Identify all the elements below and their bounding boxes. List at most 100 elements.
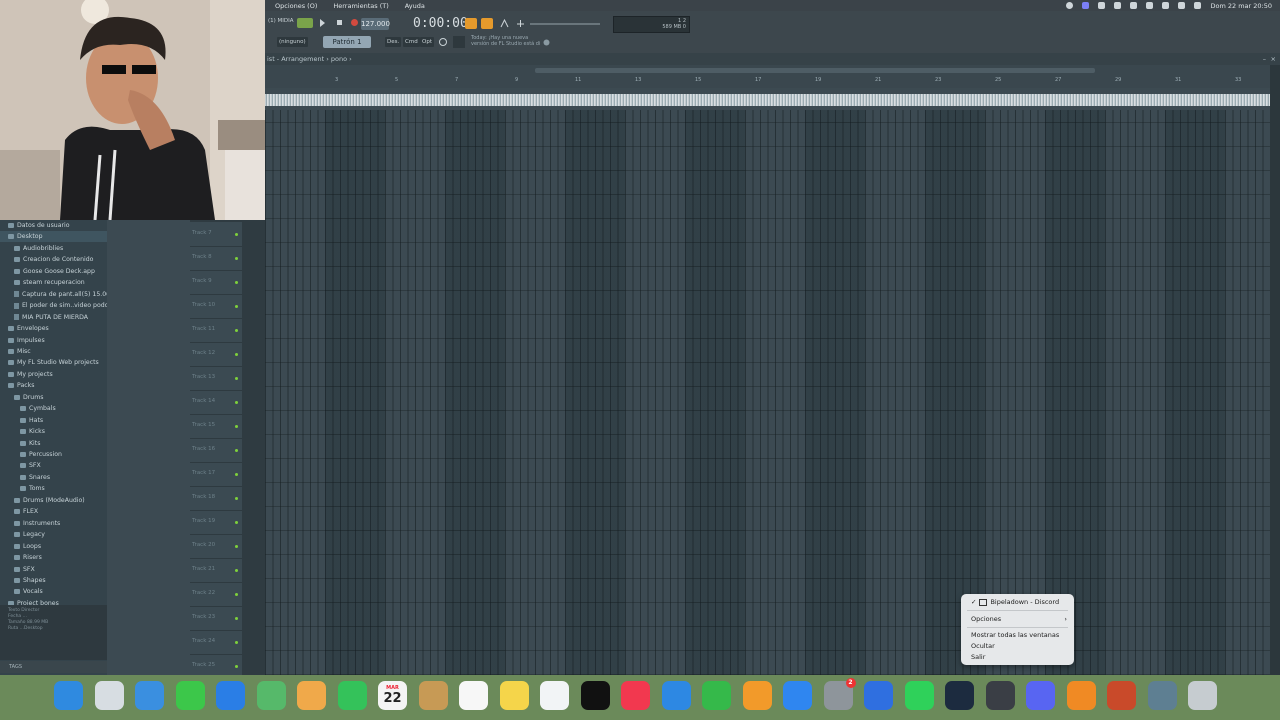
track-header[interactable]: Track 23 [190, 606, 242, 631]
record-button[interactable] [351, 19, 358, 26]
stop-button[interactable] [337, 20, 342, 25]
browser-item[interactable]: Goose Goose Deck.app [0, 266, 95, 277]
app-store-icon[interactable] [783, 681, 812, 710]
track-active-led[interactable] [235, 281, 238, 284]
browser-item[interactable]: Cymbals [0, 403, 56, 414]
notes-icon[interactable] [499, 681, 529, 710]
browser-item[interactable]: Datos de usuario [0, 220, 70, 231]
contacts-icon[interactable] [418, 681, 448, 710]
snap-select[interactable]: (ninguno) [277, 37, 308, 47]
plugin-icon[interactable] [541, 37, 551, 47]
mail-icon[interactable] [216, 681, 245, 710]
track-active-led[interactable] [235, 305, 238, 308]
countdown-icon[interactable] [515, 18, 525, 28]
extension-tray-icon[interactable] [1098, 2, 1106, 9]
track-header[interactable]: Track 8 [190, 246, 242, 271]
track-header[interactable]: Track 7 [190, 222, 242, 247]
minimize-icon[interactable]: – [1263, 53, 1266, 65]
horizontal-scrollbar[interactable] [535, 68, 1095, 73]
browser-item[interactable]: Desktop [0, 231, 115, 243]
browser-item[interactable]: Toms [0, 483, 45, 494]
browser-item[interactable]: Impulses [0, 335, 45, 346]
vertical-scrollbar[interactable] [1270, 65, 1280, 675]
song-mode-button[interactable] [297, 18, 313, 28]
news-hint[interactable]: Today: ¡Hay una nueva versión de FL Stud… [471, 35, 540, 47]
photos-icon[interactable] [297, 681, 326, 710]
track-header[interactable]: Track 16 [190, 438, 242, 463]
menubar-clock[interactable]: Dom 22 mar 20:50 [1210, 2, 1272, 10]
track-header[interactable]: Track 11 [190, 318, 242, 343]
track-active-led[interactable] [235, 377, 238, 380]
browser-item[interactable]: Instruments [0, 518, 60, 529]
browser-item[interactable]: Kits [0, 438, 40, 449]
track-active-led[interactable] [235, 521, 238, 524]
freeform-icon[interactable] [540, 681, 569, 710]
pages-icon[interactable] [742, 681, 772, 710]
track-active-led[interactable] [235, 401, 238, 404]
tempo-display[interactable]: 127.000 [361, 18, 390, 30]
track-header[interactable]: Track 18 [190, 486, 242, 511]
browser-item[interactable]: Loops [0, 541, 41, 552]
track-header[interactable]: Track 21 [190, 558, 242, 583]
browser-item[interactable]: Vocals [0, 586, 43, 597]
track-active-led[interactable] [235, 425, 238, 428]
gear-icon[interactable] [437, 36, 449, 48]
browser-item[interactable]: SFX [0, 564, 35, 575]
music-icon[interactable] [621, 681, 650, 710]
browser-item[interactable]: Misc [0, 346, 31, 357]
wifi-icon[interactable] [1146, 2, 1154, 9]
browser-item[interactable]: Legacy [0, 529, 45, 540]
track-active-led[interactable] [235, 665, 238, 668]
browser-item[interactable]: Snares [0, 472, 50, 483]
browser-item[interactable]: SFX [0, 460, 41, 471]
play-button[interactable] [320, 19, 325, 27]
track-active-led[interactable] [235, 497, 238, 500]
browser-item[interactable]: Packs [0, 380, 34, 391]
browser-item[interactable]: MIA PUTA DE MIERDA [0, 312, 88, 323]
track-active-led[interactable] [235, 473, 238, 476]
calendar-icon[interactable]: MAR 22 [378, 681, 407, 710]
browser-item[interactable]: Kicks [0, 426, 45, 437]
menu-options[interactable]: Opciones (O) [275, 2, 317, 10]
track-active-led[interactable] [235, 353, 238, 356]
control-center-icon[interactable] [1194, 2, 1202, 9]
obs-icon[interactable] [985, 681, 1015, 710]
browser-item[interactable]: Drums (ModeAudio) [0, 495, 85, 506]
track-active-led[interactable] [235, 617, 238, 620]
discord-icon[interactable] [1026, 681, 1055, 710]
browser-item[interactable]: steam recuperacion [0, 277, 85, 288]
safari-icon[interactable] [135, 681, 164, 710]
menu-window-item[interactable]: ✓ Bipeladown - Discord [971, 598, 1059, 606]
reminders-icon[interactable] [459, 681, 488, 710]
playlist-grid[interactable] [265, 110, 1270, 675]
battery-icon[interactable] [1162, 2, 1170, 9]
folder-thumb-icon[interactable] [1147, 681, 1177, 710]
menu-quit-item[interactable]: Salir [971, 653, 985, 661]
browser-item[interactable]: Envelopes [0, 323, 49, 334]
cmd-button[interactable]: Cmd [403, 37, 420, 47]
browser-item[interactable]: Hats [0, 415, 43, 426]
browser-item[interactable]: My FL Studio Web projects [0, 357, 99, 368]
track-active-led[interactable] [235, 641, 238, 644]
system-settings-icon[interactable]: 2 [823, 678, 856, 710]
messages-icon[interactable] [175, 681, 205, 710]
launchpad-icon[interactable] [94, 681, 124, 710]
track-header[interactable]: Track 19 [190, 510, 242, 535]
roblox-icon[interactable] [864, 681, 893, 710]
menu-help[interactable]: Ayuda [405, 2, 425, 10]
browser-item[interactable]: Drums [0, 392, 43, 403]
fl-studio-icon[interactable] [1066, 681, 1096, 710]
des-button[interactable]: Des. [385, 37, 402, 47]
browser-item[interactable]: Captura de pant.all(5) 15.06.21 [0, 289, 120, 300]
browser-item[interactable]: El poder de sim..video podcast [0, 300, 118, 311]
pattern-selector[interactable]: Patrón 1 [323, 36, 371, 48]
browser-item[interactable]: Shapes [0, 575, 46, 586]
close-icon[interactable]: × [1271, 53, 1276, 65]
track-active-led[interactable] [235, 449, 238, 452]
timeline-ruler[interactable]: 3 5 7 9 11 13 15 17 19 21 23 25 27 29 31 33 [265, 65, 1270, 89]
opt-button[interactable]: Opt [420, 37, 434, 47]
time-display[interactable]: 0:00:00 [413, 16, 468, 31]
numbers-icon[interactable] [702, 681, 731, 710]
track-header[interactable]: Track 17 [190, 462, 242, 487]
playlist-title[interactable]: ist - Arrangement › pono › [267, 55, 352, 63]
